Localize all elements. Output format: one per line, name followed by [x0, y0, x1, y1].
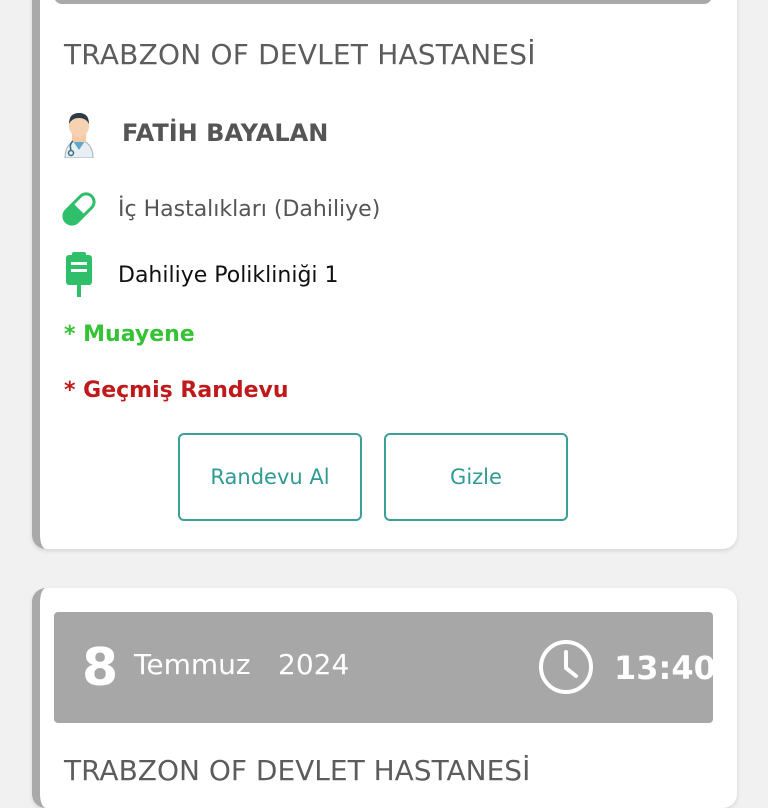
date-bar	[54, 0, 712, 4]
clinic-row: Dahiliye Polikliniği 1	[58, 250, 339, 300]
hospital-name: TRABZON OF DEVLET HASTANESİ	[64, 38, 536, 71]
department-row: İç Hastalıkları (Dahiliye)	[58, 184, 380, 234]
hide-button[interactable]: Gizle	[384, 433, 568, 521]
department-name: İç Hastalıkları (Dahiliye)	[118, 196, 381, 222]
appointment-status: * Geçmiş Randevu	[64, 378, 289, 403]
date-month: Temmuz	[134, 648, 251, 681]
appointment-card: TRABZON OF DEVLET HASTANESİ FATİH BAYALA…	[32, 0, 737, 549]
date-day: 8	[82, 638, 119, 698]
doctor-name: FATİH BAYALAN	[122, 119, 329, 147]
date-bar: 8 Temmuz 2024 13:40	[54, 612, 716, 723]
appointment-card: 8 Temmuz 2024 13:40 TRABZON OF DEVLET HA…	[32, 588, 737, 808]
appointment-time: 13:40	[614, 649, 716, 687]
hospital-name: TRABZON OF DEVLET HASTANESİ	[64, 754, 531, 787]
date-year: 2024	[278, 648, 350, 681]
doctor-icon	[58, 108, 100, 158]
doctor-row: FATİH BAYALAN	[58, 108, 328, 158]
book-appointment-button[interactable]: Randevu Al	[178, 433, 362, 521]
appointment-type: * Muayene	[64, 322, 195, 347]
clinic-name: Dahiliye Polikliniği 1	[118, 262, 339, 288]
clinic-icon	[58, 250, 100, 300]
clock-icon	[539, 640, 593, 694]
pill-icon	[58, 184, 100, 234]
